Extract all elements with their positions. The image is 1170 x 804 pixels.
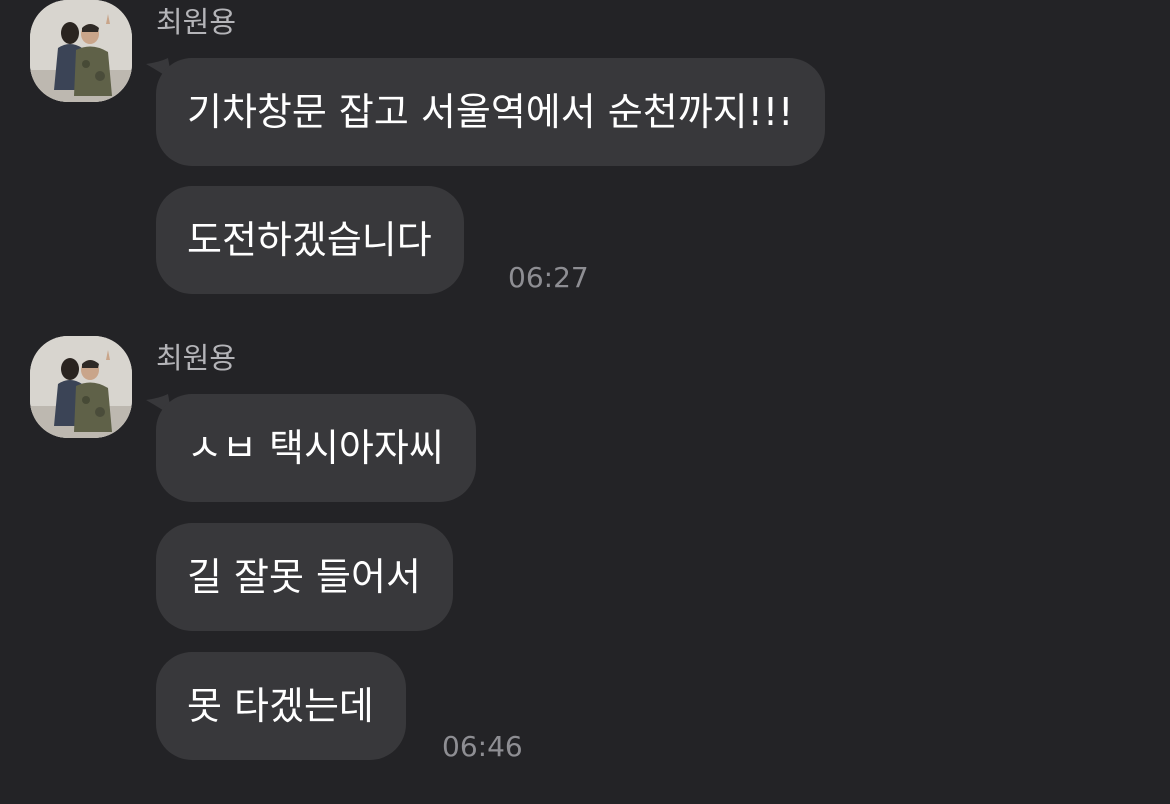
- message-bubble[interactable]: 길 잘못 들어서: [156, 523, 453, 631]
- message-text: 못 타겠는데: [187, 684, 374, 728]
- message-bubble[interactable]: ㅅㅂ 택시아자씨: [156, 394, 476, 502]
- message-text: 도전하겠습니다: [187, 218, 432, 262]
- message-timestamp: 06:46: [442, 730, 523, 763]
- sender-name: 최원용: [156, 5, 237, 39]
- message-timestamp: 06:27: [508, 261, 589, 294]
- profile-photo: [30, 0, 132, 102]
- message-bubble[interactable]: 도전하겠습니다: [156, 186, 464, 294]
- message-text: ㅅㅂ 택시아자씨: [187, 426, 444, 470]
- chat-thread: 최원용 기차창문 잡고 서울역에서 순천까지!!! 도전하겠습니다 06:27: [0, 0, 1170, 804]
- message-text: 기차창문 잡고 서울역에서 순천까지!!!: [187, 90, 794, 134]
- message-bubble[interactable]: 기차창문 잡고 서울역에서 순천까지!!!: [156, 58, 826, 166]
- avatar[interactable]: [30, 0, 132, 102]
- message-text: 길 잘못 들어서: [187, 555, 421, 599]
- message-bubble[interactable]: 못 타겠는데: [156, 652, 406, 760]
- profile-photo: [30, 336, 132, 438]
- sender-name: 최원용: [156, 341, 237, 375]
- avatar[interactable]: [30, 336, 132, 438]
